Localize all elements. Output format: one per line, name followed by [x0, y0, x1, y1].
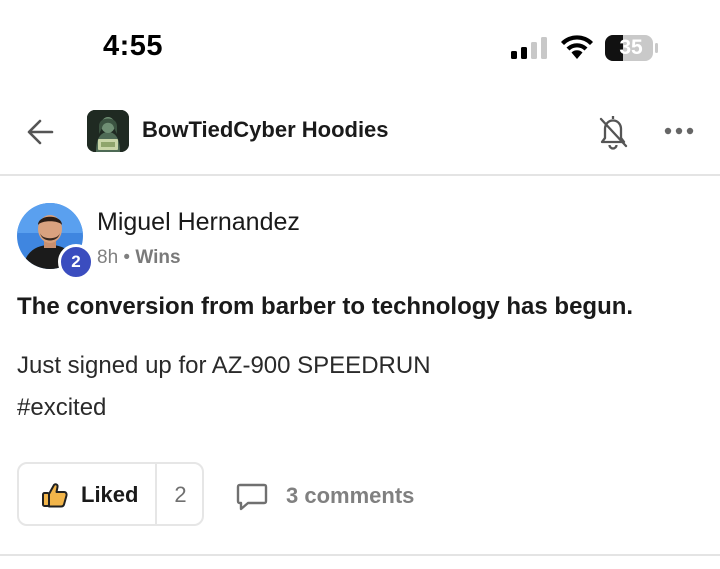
cellular-signal-icon — [511, 37, 547, 59]
arrow-left-icon — [27, 119, 54, 145]
like-button[interactable]: Liked — [19, 464, 155, 524]
post-body[interactable]: Just signed up for AZ-900 SPEEDRUN #exci… — [17, 345, 431, 429]
like-count[interactable]: 2 — [157, 482, 204, 508]
comments-button[interactable]: 3 comments — [236, 478, 436, 512]
notifications-mute-button[interactable] — [596, 111, 630, 151]
post-meta: 8h • Wins — [97, 247, 181, 269]
group-header: BowTiedCyber Hoodies — [0, 96, 720, 176]
divider — [0, 554, 720, 556]
back-button[interactable] — [22, 114, 62, 150]
post-hashtag: #excited — [17, 394, 107, 421]
more-horizontal-icon — [664, 127, 694, 135]
level-badge: 2 — [58, 244, 94, 280]
thumbs-up-icon — [42, 483, 68, 508]
like-label: Liked — [81, 482, 139, 507]
comments-label: 3 comments — [286, 483, 415, 508]
like-group: Liked 2 — [17, 462, 204, 526]
post-body-line: Just signed up for AZ-900 SPEEDRUN — [17, 352, 431, 379]
hacker-logo-icon — [87, 110, 129, 152]
more-options-button[interactable] — [662, 118, 696, 144]
meta-separator: • — [123, 247, 131, 268]
wifi-icon — [561, 35, 593, 59]
status-time: 4:55 — [103, 30, 164, 62]
group-avatar[interactable] — [87, 110, 129, 152]
bell-off-icon — [599, 116, 628, 150]
group-name[interactable]: BowTiedCyber Hoodies — [142, 117, 389, 143]
post-category[interactable]: Wins — [135, 247, 180, 268]
battery-level: 35 — [619, 36, 643, 59]
status-bar: 4:55 35 — [0, 0, 720, 96]
post-time: 8h — [97, 247, 119, 268]
post-title[interactable]: The conversion from barber to technology… — [17, 293, 633, 321]
comment-bubble-icon — [236, 483, 268, 511]
author-name[interactable]: Miguel Hernandez — [97, 208, 300, 237]
